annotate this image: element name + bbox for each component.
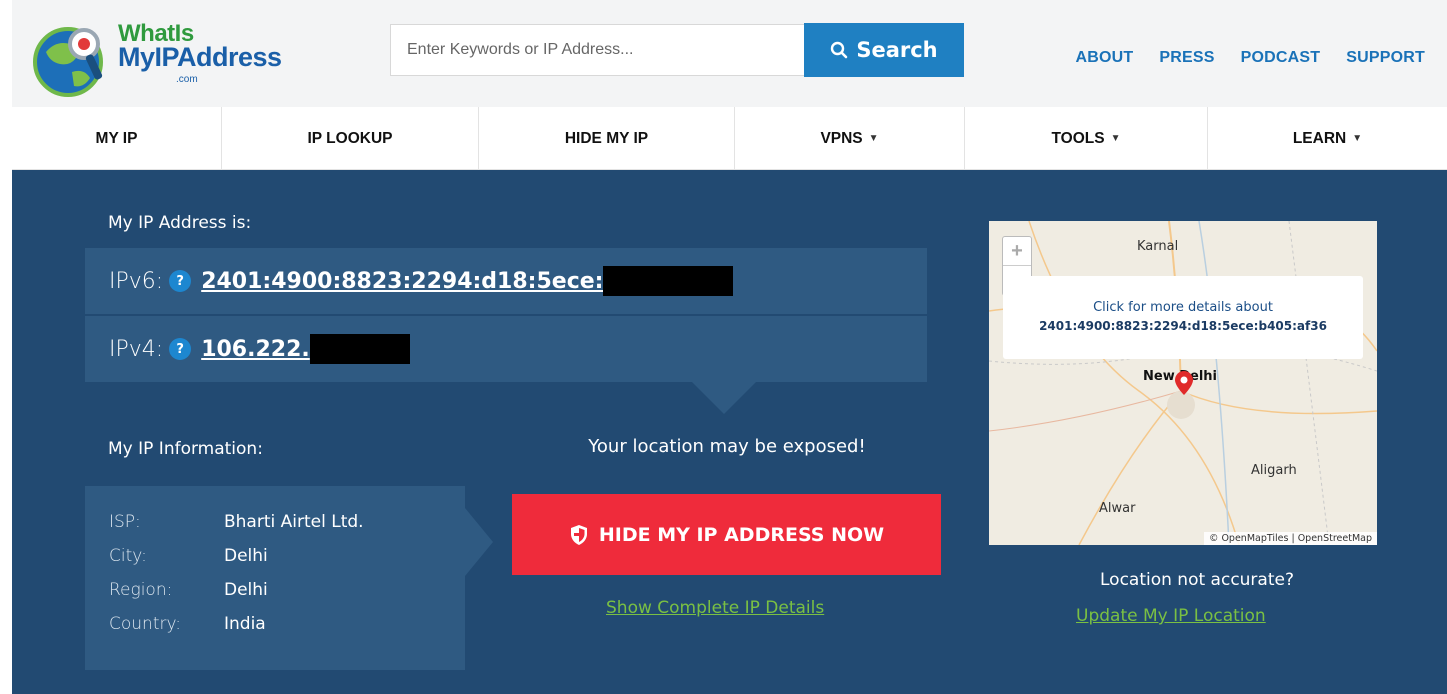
- main-menu: MY IP IP LOOKUP HIDE MY IP VPNS ▼ TOOLS …: [12, 107, 1447, 170]
- map-popup[interactable]: Click for more details about 2401:4900:8…: [1003, 276, 1363, 359]
- caret-down-icon: ▼: [1110, 133, 1121, 144]
- ipv6-row: IPv6: ? 2401:4900:8823:2294:d18:5ece:: [85, 248, 927, 314]
- ipv6-value[interactable]: 2401:4900:8823:2294:d18:5ece:: [201, 269, 603, 294]
- info-row-isp: ISP: Bharti Airtel Ltd.: [109, 512, 364, 532]
- help-icon[interactable]: ?: [169, 270, 192, 292]
- logo-wordmark: WhatIs MyIPAddress: [118, 22, 282, 71]
- shield-icon: [570, 524, 587, 545]
- info-key: Country:: [109, 614, 182, 634]
- ipv4-value[interactable]: 106.222.: [201, 337, 310, 362]
- globe-magnifier-icon: [33, 27, 103, 97]
- location-map[interactable]: Karnal New Delhi Aligarh Alwar + − Click…: [989, 221, 1377, 545]
- menu-label: MY IP: [95, 129, 138, 147]
- menu-label: HIDE MY IP: [564, 129, 649, 147]
- menu-hide-my-ip[interactable]: HIDE MY IP: [479, 107, 735, 170]
- nav-podcast[interactable]: PODCAST: [1241, 49, 1321, 67]
- map-label-alwar: Alwar: [1099, 501, 1136, 516]
- site-header: WhatIs MyIPAddress .com Search ABOUT PRE…: [12, 0, 1447, 107]
- info-row-region: Region: Delhi: [109, 580, 268, 600]
- info-key: City:: [109, 546, 147, 566]
- info-key: ISP:: [109, 512, 141, 532]
- menu-tools[interactable]: TOOLS ▼: [965, 107, 1208, 170]
- help-icon[interactable]: ?: [169, 338, 192, 360]
- caret-down-icon: ▼: [868, 133, 879, 144]
- menu-my-ip[interactable]: MY IP: [12, 107, 222, 170]
- map-attribution[interactable]: © OpenMapTiles | OpenStreetMap: [1203, 532, 1377, 545]
- search-input[interactable]: [390, 24, 806, 76]
- exposure-warning: Your location may be exposed!: [588, 436, 866, 457]
- caret-down-icon: ▼: [1352, 133, 1363, 144]
- site-logo[interactable]: WhatIs MyIPAddress .com: [32, 22, 292, 98]
- logo-line2: MyIPAddress: [118, 42, 282, 72]
- zoom-in-button[interactable]: +: [1003, 237, 1031, 266]
- nav-support[interactable]: SUPPORT: [1346, 49, 1425, 67]
- menu-vpns[interactable]: VPNS ▼: [735, 107, 965, 170]
- info-row-country: Country: India: [109, 614, 266, 634]
- location-question: Location not accurate?: [1100, 570, 1294, 590]
- info-value: Bharti Airtel Ltd.: [224, 512, 364, 532]
- hide-ip-button-label: HIDE MY IP ADDRESS NOW: [598, 523, 885, 546]
- search-button[interactable]: Search: [804, 23, 964, 77]
- top-navigation: ABOUT PRESS PODCAST SUPPORT: [1075, 49, 1425, 67]
- info-value: Delhi: [224, 580, 268, 600]
- menu-label: TOOLS: [1051, 129, 1105, 147]
- ip-panel: My IP Address is: IPv6: ? 2401:4900:8823…: [12, 170, 1447, 694]
- ipv4-label: IPv4:: [109, 336, 164, 362]
- ipv6-label: IPv6:: [109, 268, 164, 294]
- redaction-bar: [309, 334, 410, 364]
- menu-ip-lookup[interactable]: IP LOOKUP: [222, 107, 479, 170]
- map-label-aligarh: Aligarh: [1251, 463, 1297, 478]
- show-details-link[interactable]: Show Complete IP Details: [606, 598, 824, 618]
- nav-about[interactable]: ABOUT: [1075, 49, 1133, 67]
- menu-label: IP LOOKUP: [307, 129, 393, 147]
- popup-text: Click for more details about: [1093, 300, 1273, 315]
- map-pin-icon[interactable]: [1175, 371, 1193, 395]
- ipv4-row: IPv4: ? 106.222.: [85, 316, 927, 382]
- pointer-arrow: [692, 382, 756, 414]
- info-value: Delhi: [224, 546, 268, 566]
- hide-ip-button[interactable]: HIDE MY IP ADDRESS NOW: [512, 494, 941, 575]
- pointer-arrow: [465, 508, 493, 576]
- ip-heading: My IP Address is:: [108, 213, 252, 233]
- map-label-karnal: Karnal: [1137, 239, 1179, 254]
- popup-ip: 2401:4900:8823:2294:d18:5ece:b405:af36: [1039, 319, 1327, 333]
- menu-label: VPNS: [820, 129, 863, 147]
- search-icon: [831, 41, 848, 59]
- info-key: Region:: [109, 580, 173, 600]
- nav-press[interactable]: PRESS: [1159, 49, 1214, 67]
- menu-learn[interactable]: LEARN ▼: [1208, 107, 1447, 170]
- ip-info-box: ISP: Bharti Airtel Ltd. City: Delhi Regi…: [85, 486, 465, 670]
- info-value: India: [224, 614, 266, 634]
- search-button-label: Search: [856, 38, 938, 62]
- menu-label: LEARN: [1292, 129, 1347, 147]
- logo-suffix: .com: [176, 74, 198, 85]
- info-row-city: City: Delhi: [109, 546, 268, 566]
- info-heading: My IP Information:: [108, 439, 263, 459]
- update-location-link[interactable]: Update My IP Location: [1076, 606, 1266, 626]
- redaction-bar: [603, 266, 734, 296]
